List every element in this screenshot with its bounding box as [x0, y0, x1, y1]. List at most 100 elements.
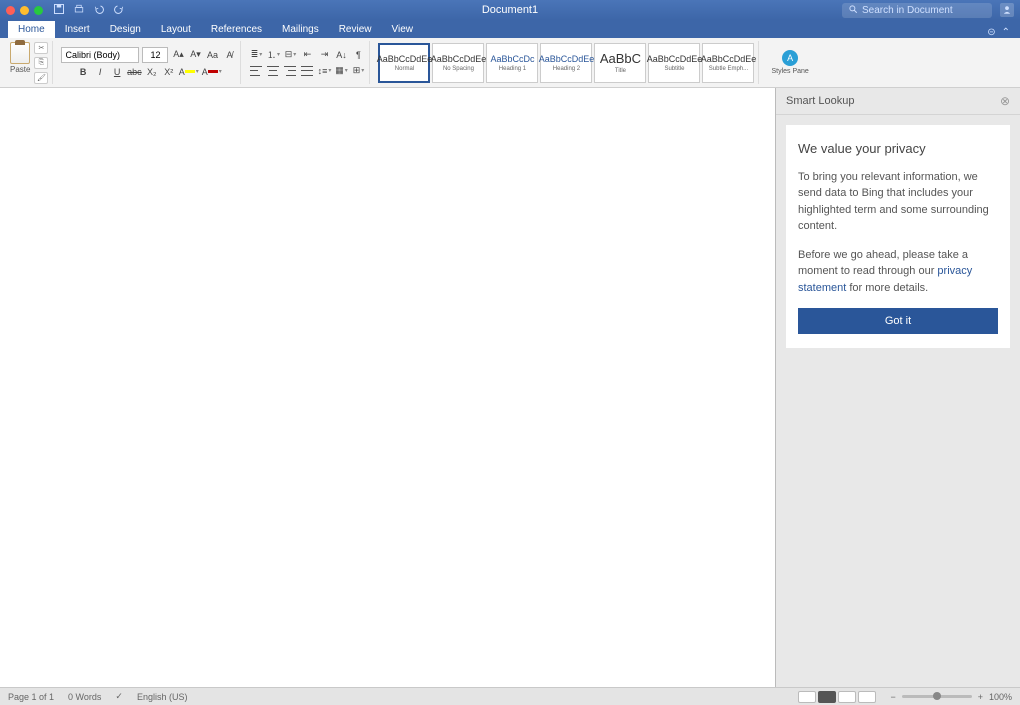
privacy-heading: We value your privacy — [798, 139, 998, 159]
document-canvas[interactable] — [0, 88, 776, 687]
bold-button[interactable]: B — [76, 65, 90, 79]
line-spacing-button[interactable]: ↕≡▾ — [317, 64, 331, 78]
zoom-out-button[interactable]: − — [890, 692, 895, 702]
tab-layout[interactable]: Layout — [151, 21, 201, 38]
view-buttons — [798, 691, 876, 703]
shrink-font-button[interactable]: A▾ — [188, 48, 202, 62]
font-size-select[interactable] — [142, 47, 168, 63]
quick-access-toolbar — [53, 3, 125, 18]
borders-button[interactable]: ⊞▾ — [351, 64, 365, 78]
paste-icon — [10, 42, 30, 64]
word-count[interactable]: 0 Words — [68, 692, 101, 702]
increase-indent-button[interactable]: ⇥ — [317, 48, 331, 62]
subscript-button[interactable]: X₂ — [145, 65, 159, 79]
redo-icon[interactable] — [113, 3, 125, 18]
clipboard-group: Paste ✂ ⎘ 🖌 — [6, 41, 53, 84]
clear-formatting-button[interactable]: A̸ — [222, 48, 236, 62]
privacy-card: We value your privacy To bring you relev… — [786, 125, 1010, 348]
tab-mailings[interactable]: Mailings — [272, 21, 329, 38]
pane-header: Smart Lookup ⊗ — [776, 88, 1020, 115]
zoom-slider[interactable] — [902, 695, 972, 698]
undo-icon[interactable] — [93, 3, 105, 18]
tab-references[interactable]: References — [201, 21, 272, 38]
style-no-spacing[interactable]: AaBbCcDdEeNo Spacing — [432, 43, 484, 83]
tab-design[interactable]: Design — [100, 21, 151, 38]
align-left-button[interactable] — [249, 64, 263, 78]
highlight-color-button[interactable]: A▾ — [179, 65, 199, 79]
maximize-window-icon[interactable] — [34, 6, 43, 15]
style-normal[interactable]: AaBbCcDdEeNormal — [378, 43, 430, 83]
styles-pane-label: Styles Pane — [771, 68, 808, 75]
collapse-ribbon-icon[interactable]: ⌃ — [1002, 27, 1010, 38]
change-case-button[interactable]: Aa — [205, 48, 219, 62]
window-controls — [6, 6, 43, 15]
multilevel-list-button[interactable]: ⊟▾ — [283, 48, 297, 62]
zoom-in-button[interactable]: + — [978, 692, 983, 702]
decrease-indent-button[interactable]: ⇤ — [300, 48, 314, 62]
workspace: Smart Lookup ⊗ We value your privacy To … — [0, 88, 1020, 687]
grow-font-button[interactable]: A▴ — [171, 48, 185, 62]
font-name-select[interactable] — [61, 47, 139, 63]
copy-button[interactable]: ⎘ — [34, 57, 48, 69]
align-right-button[interactable] — [283, 64, 297, 78]
style-heading-2[interactable]: AaBbCcDdEeHeading 2 — [540, 43, 592, 83]
style-heading-1[interactable]: AaBbCcDcHeading 1 — [486, 43, 538, 83]
ribbon-tabs: Home Insert Design Layout References Mai… — [0, 20, 1020, 38]
pane-title: Smart Lookup — [786, 95, 854, 107]
close-window-icon[interactable] — [6, 6, 15, 15]
italic-button[interactable]: I — [93, 65, 107, 79]
align-center-button[interactable] — [266, 64, 280, 78]
print-icon[interactable] — [73, 3, 85, 18]
style-subtitle[interactable]: AaBbCcDdEeSubtitle — [648, 43, 700, 83]
minimize-window-icon[interactable] — [20, 6, 29, 15]
sort-button[interactable]: A↓ — [334, 48, 348, 62]
cut-button[interactable]: ✂ — [34, 42, 48, 54]
style-title[interactable]: AaBbCTitle — [594, 43, 646, 83]
print-layout-view-button[interactable] — [818, 691, 836, 703]
titlebar: Document1 — [0, 0, 1020, 20]
strikethrough-button[interactable]: abc — [127, 65, 142, 79]
spellcheck-icon[interactable]: ✓ — [115, 691, 123, 702]
got-it-button[interactable]: Got it — [798, 308, 998, 334]
font-group: A▴ A▾ Aa A̸ B I U abc X₂ X² A▾ A▾ — [57, 41, 241, 84]
underline-button[interactable]: U — [110, 65, 124, 79]
search-box[interactable] — [842, 3, 992, 18]
smart-lookup-pane: Smart Lookup ⊗ We value your privacy To … — [776, 88, 1020, 687]
zoom-level[interactable]: 100% — [989, 692, 1012, 702]
statusbar: Page 1 of 1 0 Words ✓ English (US) − + 1… — [0, 687, 1020, 705]
web-layout-view-button[interactable] — [838, 691, 856, 703]
paste-button[interactable]: Paste — [10, 42, 30, 74]
format-painter-button[interactable]: 🖌 — [34, 72, 48, 84]
share-icon[interactable] — [1000, 3, 1014, 17]
close-icon[interactable]: ⊗ — [1000, 94, 1010, 108]
search-icon — [848, 4, 858, 17]
styles-group: AaBbCcDdEeNormal AaBbCcDdEeNo Spacing Aa… — [374, 41, 759, 84]
superscript-button[interactable]: X² — [162, 65, 176, 79]
tab-review[interactable]: Review — [329, 21, 382, 38]
justify-button[interactable] — [300, 64, 314, 78]
show-marks-button[interactable]: ¶ — [351, 48, 365, 62]
privacy-para-1: To bring you relevant information, we se… — [798, 169, 998, 235]
tab-view[interactable]: View — [382, 21, 424, 38]
help-icon[interactable]: ⊝ — [987, 27, 995, 38]
numbering-button[interactable]: ⒈▾ — [266, 48, 280, 62]
page-status[interactable]: Page 1 of 1 — [8, 692, 54, 702]
language-status[interactable]: English (US) — [137, 692, 188, 702]
save-icon[interactable] — [53, 3, 65, 18]
bullets-button[interactable]: ≣▾ — [249, 48, 263, 62]
shading-button[interactable]: ▦▾ — [334, 64, 348, 78]
tab-home[interactable]: Home — [8, 21, 55, 38]
style-subtle-emphasis[interactable]: AaBbCcDdEeSubtle Emph... — [702, 43, 754, 83]
ribbon: Paste ✂ ⎘ 🖌 A▴ A▾ Aa A̸ B I U abc X₂ X² … — [0, 38, 1020, 88]
tab-insert[interactable]: Insert — [55, 21, 100, 38]
styles-gallery: AaBbCcDdEeNormal AaBbCcDdEeNo Spacing Aa… — [378, 43, 754, 83]
paragraph-group: ≣▾ ⒈▾ ⊟▾ ⇤ ⇥ A↓ ¶ ↕≡▾ ▦▾ ⊞▾ — [245, 41, 370, 84]
privacy-para-2: Before we go ahead, please take a moment… — [798, 247, 998, 297]
outline-view-button[interactable] — [858, 691, 876, 703]
styles-pane-group: A Styles Pane — [763, 41, 816, 84]
search-input[interactable] — [862, 5, 982, 16]
focus-view-button[interactable] — [798, 691, 816, 703]
styles-pane-icon: A — [782, 50, 798, 66]
styles-pane-button[interactable]: A Styles Pane — [767, 50, 812, 75]
font-color-button[interactable]: A▾ — [202, 65, 222, 79]
